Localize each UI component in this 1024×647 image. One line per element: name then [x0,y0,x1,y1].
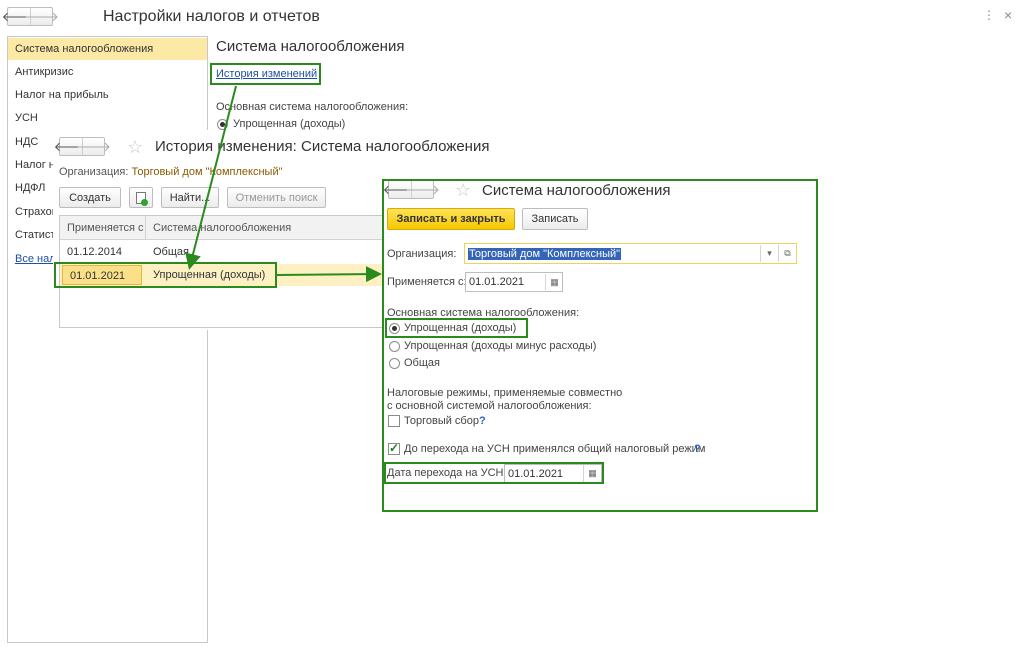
transition-date-label: Дата перехода на УСН: [387,467,507,479]
section-title: Система налогообложения [216,38,405,55]
history-org-value[interactable]: Торговый дом "Комплексный" [131,166,282,178]
org-field-value: Торговый дом "Комплексный" [468,247,622,260]
table-row-2-date[interactable]: 01.01.2021 [62,265,142,285]
applies-from-value: 01.01.2021 [469,276,525,288]
history-table: Применяется с Система налогообложения 01… [59,215,383,328]
close-icon[interactable]: × [1004,7,1012,23]
transition-date-value: 01.01.2021 [508,467,564,480]
org-open-icon[interactable]: ⧉ [778,245,796,262]
column-applies-from[interactable]: Применяется с [60,216,146,240]
trade-fee-checkbox[interactable] [388,415,400,427]
history-title: История изменения: Система налогообложен… [155,138,490,155]
record-main-system-label: Основная система налогообложения: [387,307,580,319]
history-link[interactable]: История изменений [216,68,317,80]
forward-arrow-icon[interactable]: 🡒 [24,8,59,25]
page-title: Настройки налогов и отчетов [103,8,320,25]
main-radio-usn-income[interactable] [217,119,228,130]
column-tax-system[interactable]: Система налогообложения [146,216,382,240]
history-favorite-star-icon[interactable]: ☆ [127,138,143,156]
table-row-2-system[interactable]: Упрощенная (доходы) [146,264,382,286]
create-button[interactable]: Создать [59,187,121,208]
main-nav-buttons: 🡐 🡒 [2,7,59,26]
sidebar-item-usn[interactable]: УСН [8,107,207,129]
copy-doc-icon [136,191,148,206]
record-nav-buttons: 🡐 🡒 [383,180,440,199]
history-org: Организация: Торговый дом "Комплексный" [59,166,283,178]
regimes-label-line2: с основной системой налогообложения: [387,400,592,412]
radio-usn-income-minus-expenses[interactable] [389,341,400,352]
transition-label[interactable]: До перехода на УСН применялся общий нало… [404,443,705,455]
radio-usn-income-label[interactable]: Упрощенная (доходы) [404,322,516,334]
record-title: Система налогообложения [482,182,671,199]
applies-from-label: Применяется с: [387,276,467,288]
org-dropdown-icon[interactable]: ▾ [760,245,778,262]
applies-from-calendar-icon[interactable]: ▦ [545,274,563,290]
radio-usn-income-minus-expenses-label[interactable]: Упрощенная (доходы минус расходы) [404,340,596,352]
settings-sidebar: Система налогообложения Антикризис Налог… [7,36,208,643]
record-favorite-star-icon[interactable]: ☆ [455,181,471,199]
radio-general[interactable] [389,358,400,369]
transition-help-icon[interactable]: ? [694,443,701,455]
trade-fee-help-icon[interactable]: ? [479,415,486,427]
find-button[interactable]: Найти... [161,187,219,208]
copy-button[interactable] [129,187,153,208]
main-radio-usn-income-label: Упрощенная (доходы) [233,118,346,130]
record-org-label: Организация: [387,248,457,260]
history-org-label: Организация: [59,166,129,178]
more-menu-icon[interactable]: ⋮ [983,8,995,22]
main-system-label: Основная система налогообложения: [216,101,409,113]
save-and-close-button[interactable]: Записать и закрыть [387,208,515,230]
history-nav-buttons: 🡐 🡒 [54,137,111,156]
org-field[interactable]: Торговый дом "Комплексный" [464,243,797,264]
history-forward-arrow-icon[interactable]: 🡒 [76,138,111,155]
table-row-1-date[interactable]: 01.12.2014 [60,241,146,263]
cancel-search-button[interactable]: Отменить поиск [227,187,326,208]
trade-fee-label[interactable]: Торговый сбор [404,415,479,427]
all-taxes-link[interactable]: Все нал [15,253,56,265]
record-forward-arrow-icon[interactable]: 🡒 [405,181,440,198]
table-row-1-system[interactable]: Общая [146,241,382,263]
radio-general-label[interactable]: Общая [404,357,440,369]
save-button[interactable]: Записать [522,208,588,230]
transition-checkbox[interactable] [388,441,400,455]
sidebar-item-anticrisis[interactable]: Антикризис [8,61,207,83]
regimes-label-line1: Налоговые режимы, применяемые совместно [387,387,623,399]
sidebar-item-profit-tax[interactable]: Налог на прибыль [8,84,207,106]
radio-usn-income[interactable] [389,323,400,334]
transition-date-calendar-icon[interactable]: ▦ [583,465,601,482]
sidebar-item-tax-system[interactable]: Система налогообложения [8,38,207,60]
